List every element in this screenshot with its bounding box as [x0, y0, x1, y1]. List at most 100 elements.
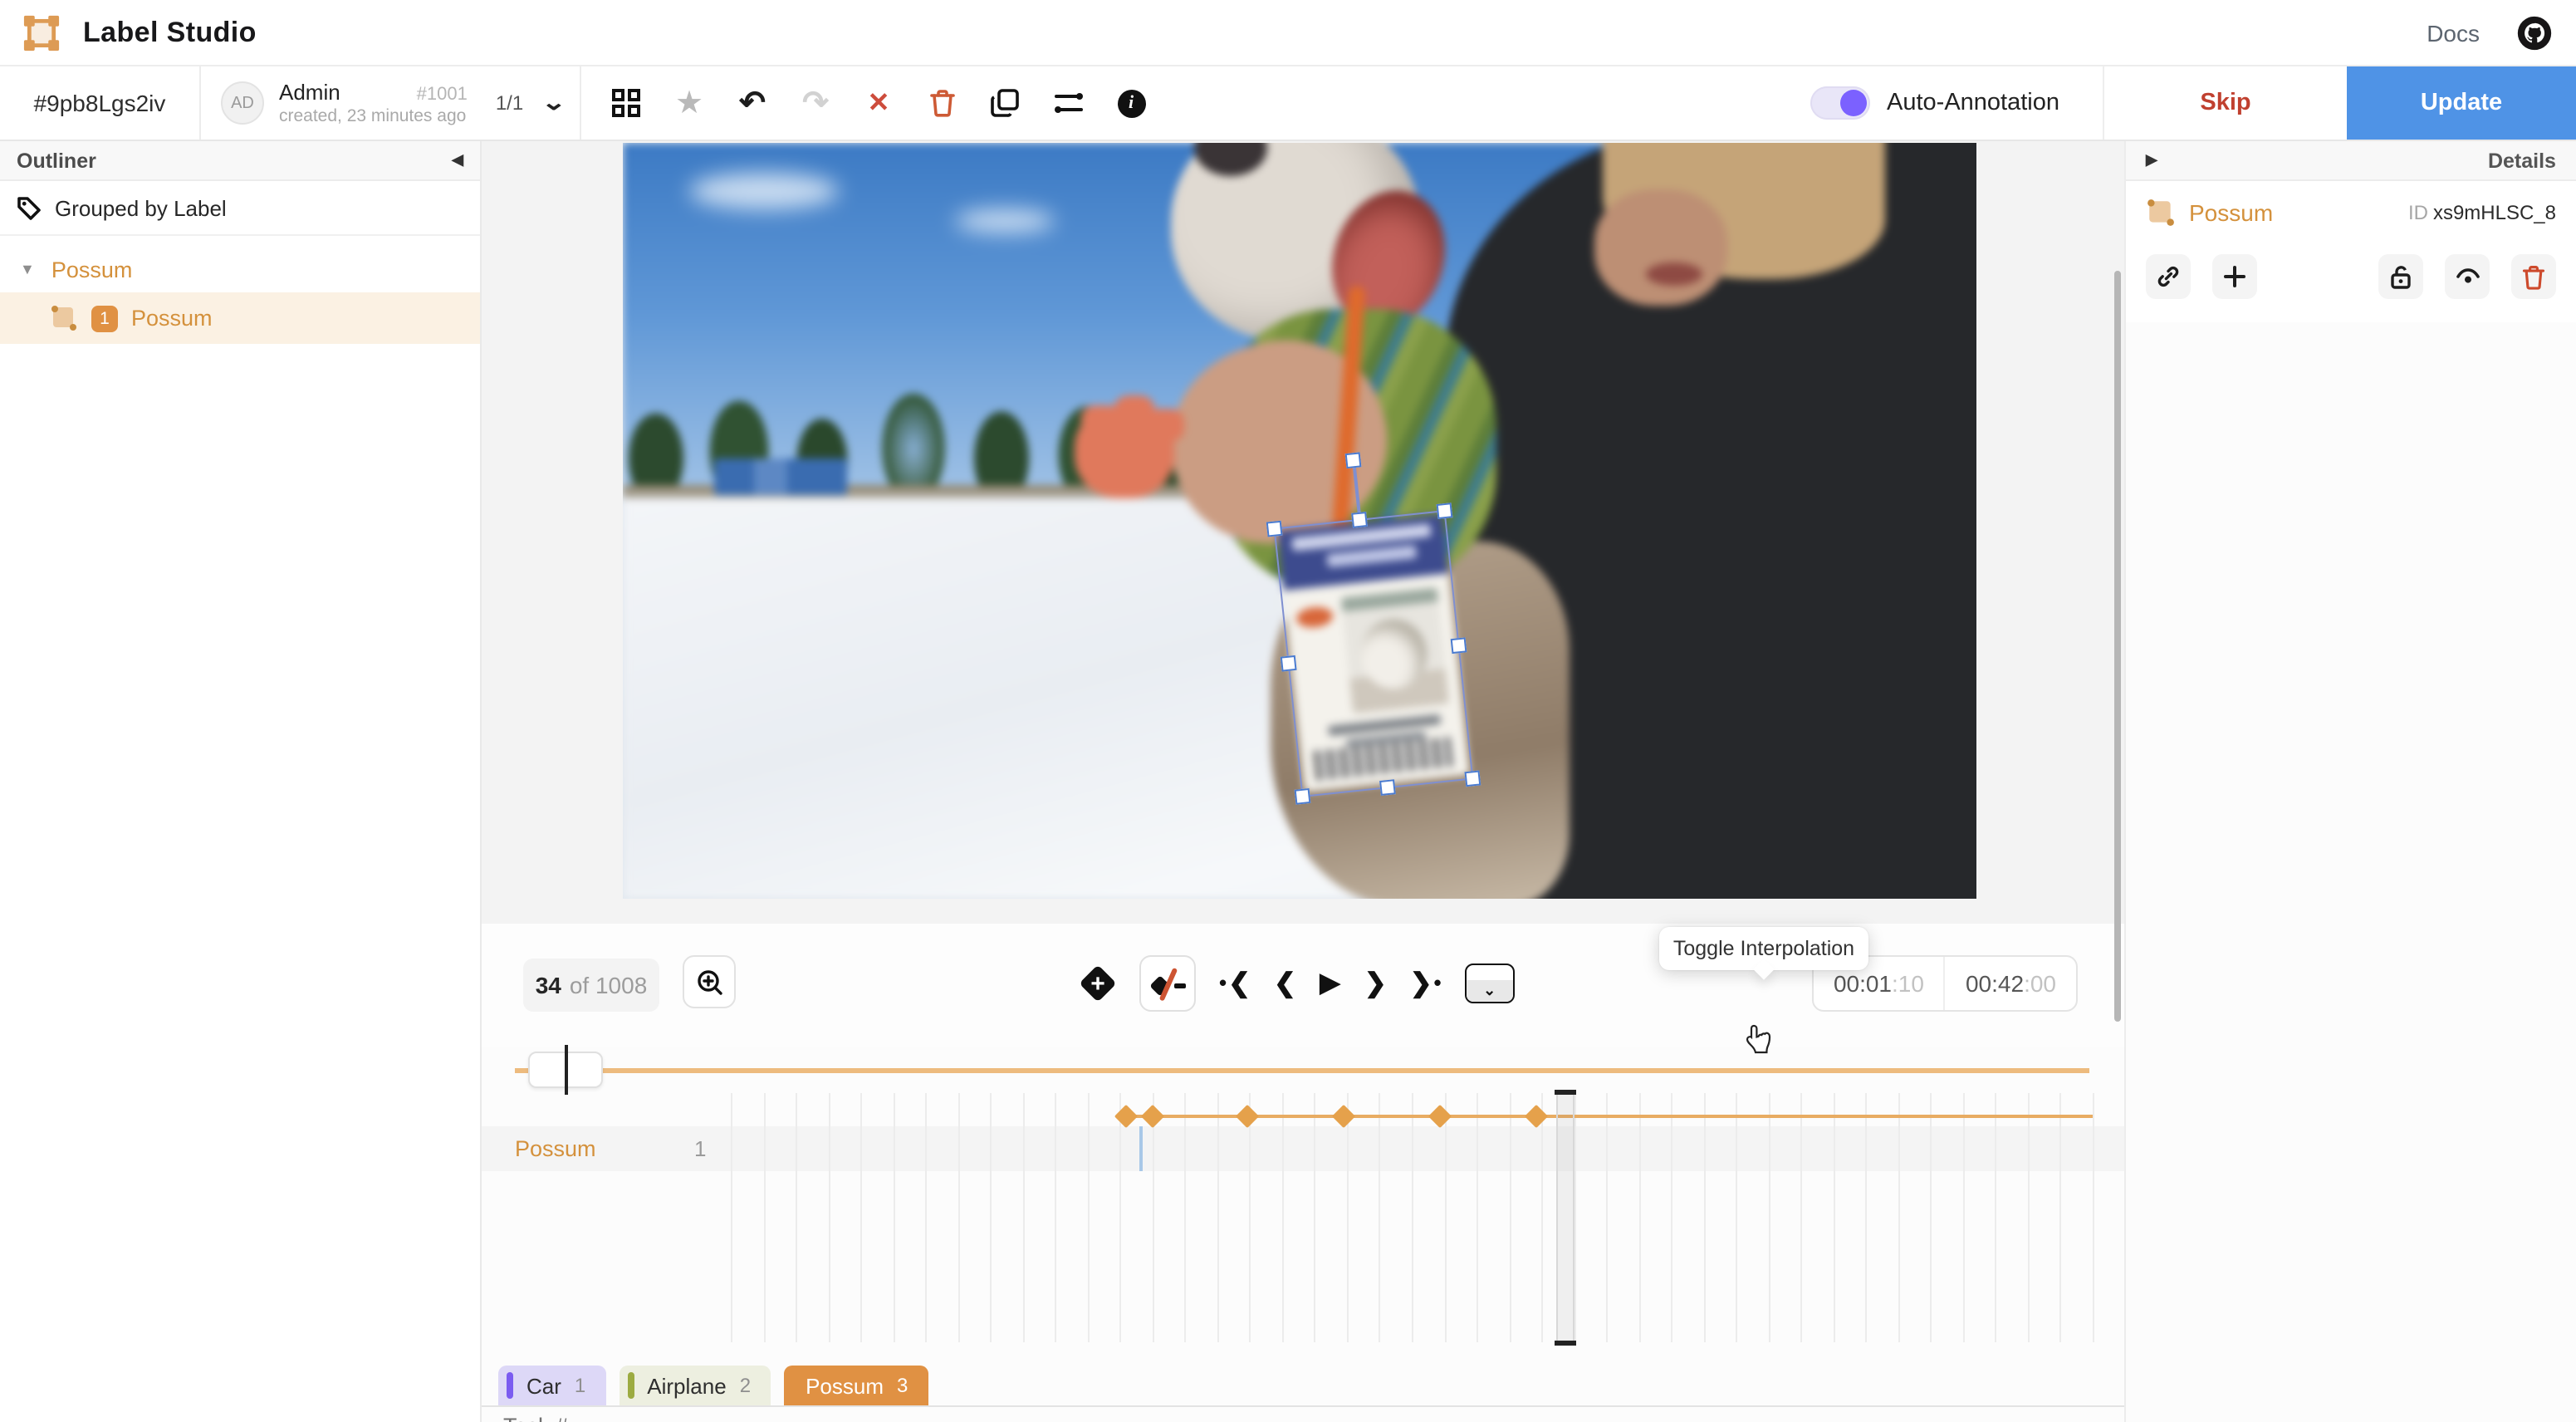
region-details-card: Possum IDxs9mHLSC_8	[2126, 181, 2576, 322]
expand-panel-icon[interactable]: ▶	[2146, 151, 2157, 169]
tree-expand-icon[interactable]: ▼	[20, 261, 35, 277]
timeline-gridline	[1509, 1093, 1511, 1342]
zoom-in-button[interactable]	[683, 955, 736, 1008]
region-bbox-icon	[2146, 198, 2176, 228]
settings-sliders-button[interactable]	[1050, 85, 1086, 121]
annotation-selector[interactable]: AD Admin #1001 created, 23 minutes ago 1…	[201, 66, 580, 140]
keyframe-diamond[interactable]	[1428, 1105, 1452, 1128]
rotate-handle[interactable]	[1345, 452, 1362, 468]
docs-link[interactable]: Docs	[2427, 19, 2480, 46]
outliner-group-possum[interactable]: ▼ Possum	[0, 246, 480, 292]
video-controls: 34 of 1008 + •❮ ❮ ▶ ❯ ❯•	[482, 924, 2124, 1047]
timeline-gridline	[1444, 1093, 1446, 1342]
timeline-gridline	[893, 1093, 894, 1342]
timeline-gridline	[1769, 1093, 1770, 1342]
update-button[interactable]: Update	[2347, 66, 2576, 140]
label-car[interactable]: Car 1	[498, 1366, 605, 1405]
lock-region-button[interactable]	[2378, 254, 2423, 299]
outliner-panel: Outliner ◀ Grouped by Label ▼ Possum 1 P…	[0, 141, 482, 1422]
play-button[interactable]: ▶	[1320, 967, 1341, 1000]
video-frame[interactable]	[623, 143, 1976, 899]
resize-handle[interactable]	[1295, 788, 1311, 805]
star-button[interactable]: ★	[671, 85, 708, 121]
views-grid-button[interactable]	[608, 85, 644, 121]
collapse-timeline-button[interactable]: ⌄	[1465, 964, 1515, 1003]
outliner-region-possum[interactable]: 1 Possum	[0, 292, 480, 344]
timeline-grid[interactable]	[731, 1093, 2093, 1342]
toggle-interpolation-button[interactable]	[1139, 955, 1196, 1012]
auto-annotation-toggle[interactable]	[1810, 86, 1870, 120]
next-frame-button[interactable]: ❯	[1364, 967, 1387, 1000]
timeline-gridline	[957, 1093, 959, 1342]
skip-button[interactable]: Skip	[2103, 66, 2347, 140]
resize-handle[interactable]	[1451, 636, 1467, 653]
timeline-gridline	[2093, 1093, 2094, 1342]
hide-region-button[interactable]	[2445, 254, 2490, 299]
undo-button[interactable]: ↶	[734, 85, 771, 121]
current-frame[interactable]: 34	[536, 972, 561, 998]
keyframe-diamond[interactable]	[1332, 1105, 1355, 1128]
details-panel: ▶ Details Possum IDxs9mHLSC_8	[2124, 141, 2576, 1422]
region-bounding-box[interactable]	[1274, 510, 1474, 797]
timeline-gridline	[1801, 1093, 1803, 1342]
redo-button[interactable]: ↷	[797, 85, 834, 121]
vertical-scrollbar[interactable]	[2114, 271, 2121, 1022]
timeline-gridline	[796, 1093, 797, 1342]
region-id: IDxs9mHLSC_8	[2408, 201, 2556, 224]
annotator-name: Admin	[279, 80, 340, 105]
resize-handle[interactable]	[1281, 655, 1297, 671]
seek-bar[interactable]	[482, 1047, 2124, 1093]
label-airplane[interactable]: Airplane 2	[619, 1366, 771, 1405]
info-button[interactable]: i	[1113, 85, 1149, 121]
avatar: AD	[221, 81, 264, 125]
task-id[interactable]: #9pb8Lgs2iv	[0, 66, 199, 140]
timeline-gridline	[1898, 1093, 1900, 1342]
label-possum-selected[interactable]: Possum 3	[784, 1366, 928, 1405]
timeline-playhead[interactable]	[1556, 1090, 1574, 1346]
collapse-panel-icon[interactable]: ◀	[452, 151, 463, 169]
keyframe-diamond[interactable]	[1114, 1105, 1137, 1128]
duplicate-button[interactable]	[987, 85, 1023, 121]
chevron-down-icon: ⌄	[1467, 980, 1513, 1002]
resize-handle[interactable]	[1266, 521, 1283, 537]
task-number-label: Task #	[503, 1414, 568, 1422]
chevron-down-icon[interactable]: ⌄	[541, 90, 567, 116]
annotation-toolbar: #9pb8Lgs2iv AD Admin #1001 created, 23 m…	[0, 66, 2576, 141]
resize-handle[interactable]	[1464, 770, 1481, 787]
main-area: 34 of 1008 + •❮ ❮ ▶ ❯ ❯•	[482, 141, 2124, 1422]
delete-annotation-button[interactable]	[923, 85, 960, 121]
seek-track[interactable]	[515, 1068, 2089, 1073]
outliner-title: Outliner	[17, 149, 96, 172]
timeline-gridline	[1379, 1093, 1381, 1342]
timeline-gridline	[1931, 1093, 1932, 1342]
keyframe-diamond[interactable]	[1524, 1105, 1547, 1128]
resize-handle[interactable]	[1379, 779, 1396, 796]
seek-playhead[interactable]	[565, 1045, 567, 1095]
next-keyframe-button[interactable]: ❯•	[1410, 967, 1442, 1000]
grouping-selector[interactable]: Grouped by Label	[0, 181, 480, 236]
delete-region-button[interactable]	[2511, 254, 2556, 299]
keyframe-diamond[interactable]	[1141, 1105, 1164, 1128]
timeline-gridline	[2028, 1093, 2030, 1342]
prev-keyframe-button[interactable]: •❮	[1219, 967, 1251, 1000]
timeline-gridline	[1736, 1093, 1737, 1342]
prev-frame-button[interactable]: ❮	[1274, 967, 1296, 1000]
hand-cursor	[1742, 1022, 1775, 1058]
labels-bar: Car 1 Airplane 2 Possum 3	[498, 1366, 928, 1405]
timeline-track-label[interactable]: Possum	[515, 1126, 596, 1171]
resize-handle[interactable]	[1437, 503, 1453, 519]
resize-handle[interactable]	[1351, 512, 1368, 528]
reset-button[interactable]: ✕	[860, 85, 897, 121]
frame-counter[interactable]: 34 of 1008	[523, 959, 659, 1012]
add-relation-button[interactable]	[2212, 254, 2257, 299]
annotation-id: #1001	[417, 85, 468, 105]
label-studio-app: Label Studio Docs #9pb8Lgs2iv AD Admin #…	[0, 0, 2576, 1422]
add-keyframe-button[interactable]: +	[1080, 965, 1116, 1002]
keyframe-diamond[interactable]	[1235, 1105, 1258, 1128]
video-scene	[623, 143, 1976, 899]
grouping-label: Grouped by Label	[55, 195, 227, 220]
timeline-gridline	[1088, 1093, 1090, 1342]
timeline-gridline	[860, 1093, 862, 1342]
github-icon[interactable]	[2516, 14, 2553, 51]
relations-link-button[interactable]	[2146, 254, 2191, 299]
